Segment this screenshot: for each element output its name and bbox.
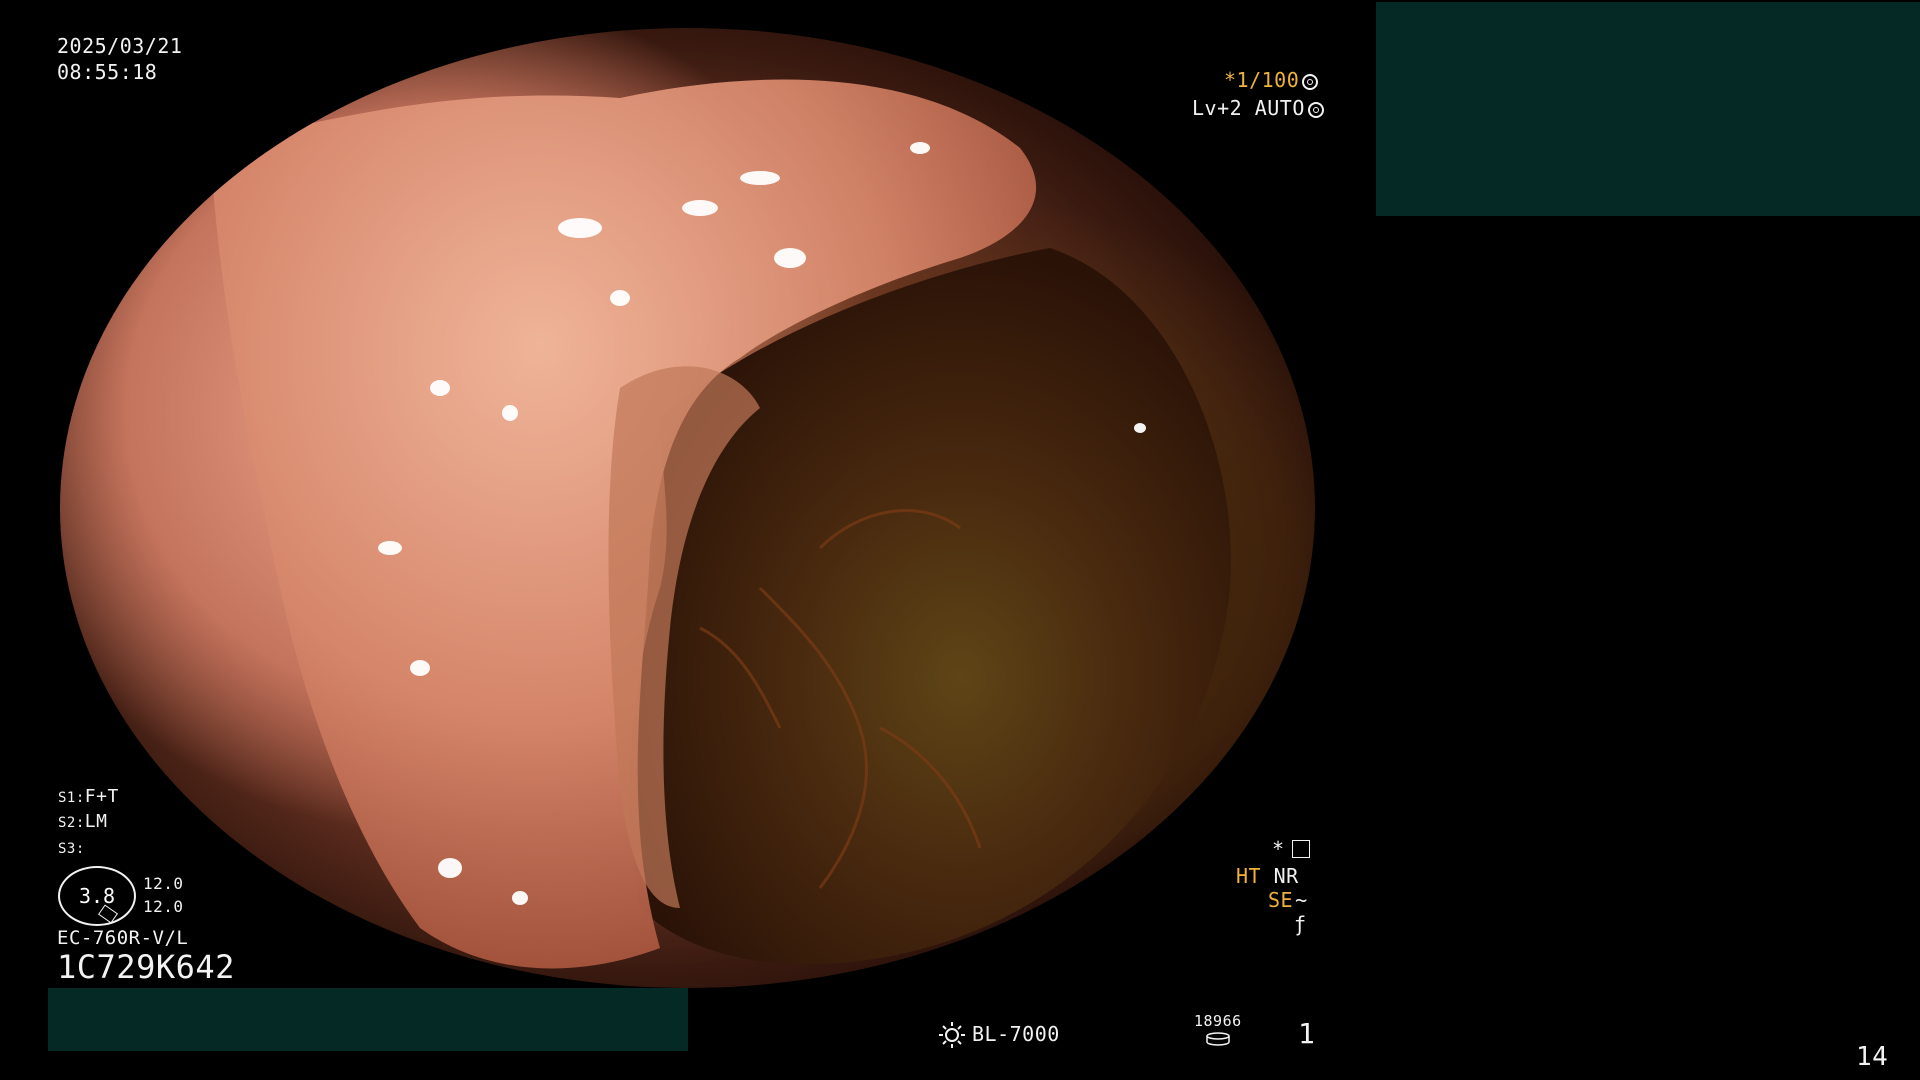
serial-number: 1C729K642 [57,948,235,986]
storage-count: 18966 [1194,1012,1242,1030]
se-row: SE ~ [1268,888,1308,912]
storage-icon [1206,1032,1230,1046]
level-gauge: 3.8 [58,866,136,926]
se-curve-icon: ~ [1295,888,1308,912]
gauge-scale-top: 12.0 [143,874,184,893]
info-panel-bottom [48,988,688,1051]
ht-nr-row: HT NR [1236,864,1299,888]
info-panel-top [1376,2,1920,216]
light-source-label: BL-7000 [972,1022,1060,1046]
freeze-icon: ƒ [1294,912,1307,936]
s1-value: F+T [84,786,119,807]
date-label: 2025/03/21 [57,34,183,58]
time-label: 08:55:18 [57,60,158,84]
mucosa-illustration [210,79,1231,976]
gauge-scale-bottom: 12.0 [143,897,184,916]
scope-setting-s1: S1:F+T [58,786,119,807]
mode-star-row: * [1272,837,1310,861]
nr-label: NR [1273,864,1299,888]
mode-star: * [1272,837,1285,861]
scope-model: EC-760R-V/L [57,927,189,949]
shutter-icon [1302,73,1319,90]
mode-menu-icon [1292,840,1310,858]
exposure-level: Lv+2 [1192,96,1243,120]
se-label: SE [1268,888,1294,912]
endoscope-image [60,28,1315,988]
auto-exposure-icon [1307,101,1324,118]
page-number: 14 [1856,1042,1889,1072]
light-source-icon [939,1022,965,1048]
exposure-readout: Lv+2 AUTO [1192,96,1324,120]
shutter-readout: *1/100 [1224,68,1319,92]
ht-label: HT [1236,864,1262,888]
exposure-mode: AUTO [1254,96,1305,120]
shutter-value: *1/100 [1224,68,1300,92]
gauge-value: 3.8 [78,884,116,908]
image-count: 1 [1298,1017,1316,1050]
s2-value: LM [84,811,108,832]
scope-setting-s3: S3: [58,841,85,857]
scope-setting-s2: S2:LM [58,811,108,832]
